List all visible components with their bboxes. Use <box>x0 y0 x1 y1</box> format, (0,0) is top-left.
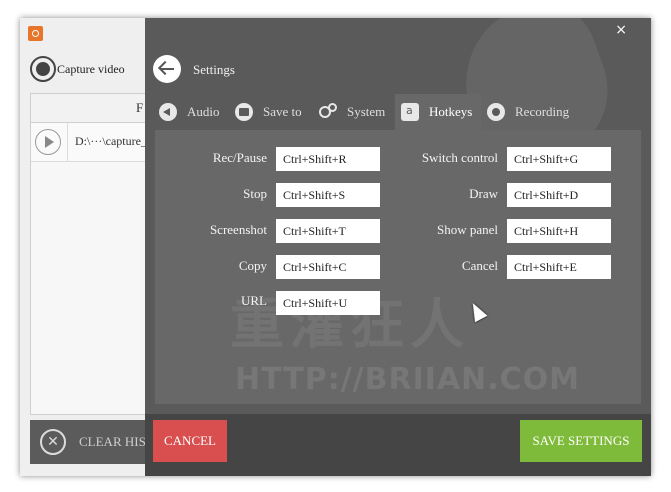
hotkey-copy-field[interactable]: Ctrl+Shift+C <box>276 255 380 279</box>
back-arrow-icon[interactable] <box>153 55 181 83</box>
hotkey-label: Copy <box>238 258 267 273</box>
speaker-icon <box>159 103 177 121</box>
recording-path: D:\···\capture_ <box>75 134 147 148</box>
capture-video-radio[interactable] <box>30 56 56 82</box>
tab-hotkeys-label: Hotkeys <box>429 104 473 119</box>
tab-recording-label: Recording <box>515 104 570 119</box>
list-header: F <box>31 94 146 123</box>
keyboard-key-icon <box>401 103 419 121</box>
app-window: Capture video F D:\···\capture_ ✕ CLEAR … <box>20 18 651 476</box>
tab-save-to[interactable]: Save to <box>235 94 302 130</box>
row-divider <box>67 123 68 161</box>
tab-audio[interactable]: Audio <box>159 94 220 130</box>
app-logo-icon <box>28 26 43 41</box>
hotkey-label: Rec/Pause <box>212 150 267 165</box>
tab-save-to-label: Save to <box>263 104 302 119</box>
hotkeys-panel: 重灌狂人 HTTP://BRIIAN.COM Rec/Pause Ctrl+Sh… <box>155 130 641 404</box>
tab-recording[interactable]: Recording <box>487 94 569 130</box>
list-item[interactable]: D:\···\capture_ <box>31 123 147 162</box>
clear-history-button[interactable]: ✕ CLEAR HIS <box>30 420 146 464</box>
gears-icon <box>319 103 337 121</box>
hotkey-switch-control-field[interactable]: Ctrl+Shift+G <box>507 147 611 171</box>
close-icon[interactable]: × <box>615 22 627 38</box>
hotkey-cancel-field[interactable]: Ctrl+Shift+E <box>507 255 611 279</box>
settings-tabs: Audio Save to System Hotkeys Recording <box>145 94 651 130</box>
clear-history-label: CLEAR HIS <box>79 434 146 449</box>
tab-system[interactable]: System <box>319 94 385 130</box>
hotkey-label: Show panel <box>436 222 498 237</box>
tab-system-label: System <box>347 104 386 119</box>
recordings-list: F D:\···\capture_ <box>30 93 147 415</box>
list-header-label: F <box>136 100 144 115</box>
hotkey-url-field[interactable]: Ctrl+Shift+U <box>276 291 380 315</box>
capture-video-label: Capture video <box>57 62 125 76</box>
hotkey-label: Draw <box>469 186 498 201</box>
play-icon[interactable] <box>35 129 61 155</box>
hotkey-label: Stop <box>243 186 267 201</box>
settings-panel: × Settings Audio Save to System Hotkeys <box>145 18 651 476</box>
cancel-button[interactable]: CANCEL <box>153 420 227 462</box>
hotkey-screenshot-field[interactable]: Ctrl+Shift+T <box>276 219 380 243</box>
clear-icon: ✕ <box>40 429 66 455</box>
settings-title: Settings <box>193 62 235 77</box>
hotkey-label: Screenshot <box>209 222 267 237</box>
hotkey-label: Switch control <box>421 150 498 165</box>
record-icon <box>487 103 505 121</box>
hotkey-rec-pause-field[interactable]: Ctrl+Shift+R <box>276 147 380 171</box>
save-settings-button[interactable]: SAVE SETTINGS <box>520 420 642 462</box>
hotkey-show-panel-field[interactable]: Ctrl+Shift+H <box>507 219 611 243</box>
hotkey-label: URL <box>241 293 267 308</box>
watermark-url: HTTP://BRIIAN.COM <box>235 362 581 397</box>
tab-hotkeys[interactable]: Hotkeys <box>395 94 481 130</box>
hotkey-label: Cancel <box>461 258 498 273</box>
settings-footer: CANCEL SAVE SETTINGS <box>145 414 651 476</box>
background-app: Capture video F D:\···\capture_ ✕ CLEAR … <box>20 18 147 476</box>
tab-audio-label: Audio <box>187 104 220 119</box>
hotkey-draw-field[interactable]: Ctrl+Shift+D <box>507 183 611 207</box>
hotkey-stop-field[interactable]: Ctrl+Shift+S <box>276 183 380 207</box>
folder-icon <box>235 103 253 121</box>
